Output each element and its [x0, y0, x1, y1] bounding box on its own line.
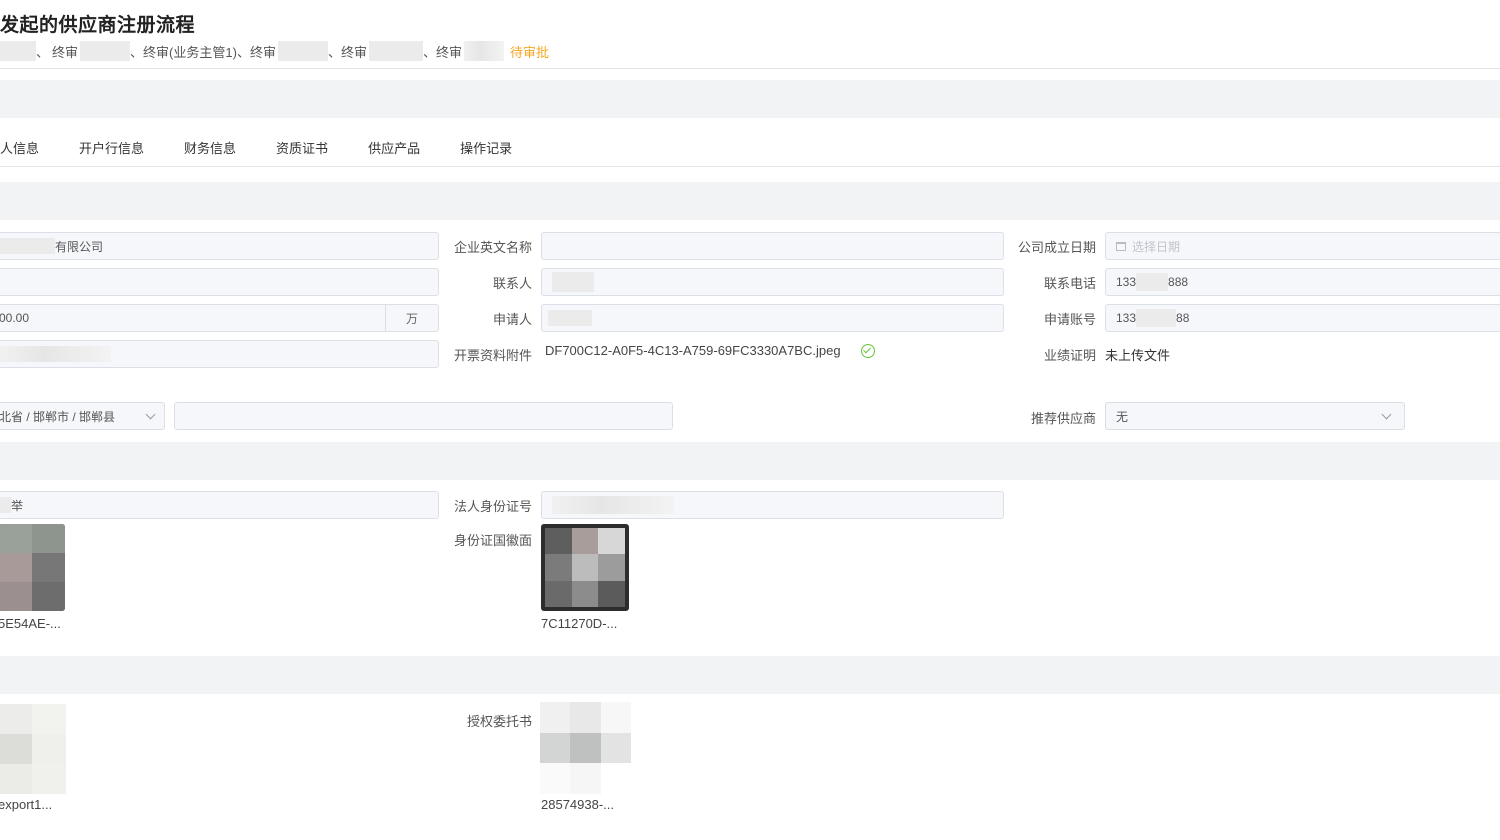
- redacted-text: [0, 497, 11, 513]
- authorization-letter-label: 授权委托书: [466, 714, 532, 729]
- id-number-field[interactable]: [541, 491, 1004, 519]
- recommend-select[interactable]: 无: [1105, 402, 1405, 430]
- capital-unit: 万: [385, 305, 438, 331]
- company-en-field[interactable]: [541, 232, 1004, 260]
- redacted-text: [1136, 273, 1169, 291]
- account-field[interactable]: 133 88: [1105, 304, 1500, 332]
- section-header-band: [0, 182, 1500, 220]
- section-header-band: [0, 80, 1500, 118]
- redacted-name: [464, 41, 505, 61]
- redacted-text: [0, 346, 111, 362]
- section-header-band: [0, 656, 1500, 694]
- separator: 、: [130, 44, 144, 60]
- invoice-attachment: DF700C12-A0F5-4C13-A759-69FC3330A7BC.jpe…: [545, 343, 875, 358]
- approver-label: 终审(业务主管1): [143, 44, 237, 60]
- separator: 、: [236, 44, 250, 60]
- registered-capital-field[interactable]: 00.00 万: [0, 304, 439, 332]
- id-emblem-thumbnail[interactable]: [541, 524, 629, 611]
- approver-label: 终审: [340, 44, 367, 60]
- section-header-band: [0, 442, 1500, 480]
- tab-certificates[interactable]: 资质证书: [276, 138, 328, 157]
- success-check-icon: [860, 343, 875, 358]
- performance-label: 业绩证明: [1043, 348, 1096, 363]
- applicant-field[interactable]: [541, 304, 1004, 332]
- separator: 、: [36, 44, 50, 60]
- id-number-label: 法人身份证号: [453, 499, 532, 514]
- date-placeholder: 选择日期: [1132, 239, 1181, 254]
- tab-finance-info[interactable]: 财务信息: [184, 138, 236, 157]
- status-badge: 待审批: [510, 44, 550, 60]
- invoice-file-link[interactable]: DF700C12-A0F5-4C13-A759-69FC3330A7BC.jpe…: [545, 343, 841, 358]
- phone-label: 联系电话: [1043, 276, 1096, 291]
- chevron-down-icon: [145, 409, 156, 419]
- redacted-text: [552, 272, 594, 292]
- account-prefix: 133: [1116, 311, 1137, 325]
- divider: [0, 68, 1500, 69]
- export-thumbnail[interactable]: [0, 704, 66, 794]
- tab-operation-log[interactable]: 操作记录: [460, 138, 512, 157]
- legal-person-field[interactable]: 举: [0, 491, 439, 519]
- approver-label: 终审: [52, 44, 79, 60]
- approver-label: 终审: [249, 44, 276, 60]
- region-select[interactable]: 北省 / 邯郸市 / 邯郸县: [0, 402, 165, 430]
- capital-value: 00.00: [0, 311, 30, 325]
- tab-bar: 人信息 开户行信息 财务信息 资质证书 供应产品 操作记录: [0, 128, 552, 166]
- separator: 、: [327, 44, 341, 60]
- separator: 、: [423, 44, 437, 60]
- applicant-label: 申请人: [492, 312, 532, 327]
- id-emblem-caption: 7C11270D-...: [541, 616, 618, 631]
- phone-suffix: 888: [1168, 275, 1189, 289]
- phone-prefix: 133: [1116, 275, 1137, 289]
- redacted-name: [277, 41, 328, 61]
- detail-address-field[interactable]: [174, 402, 673, 430]
- redacted-text: [0, 238, 55, 254]
- account-suffix: 88: [1176, 311, 1190, 325]
- redacted-name: [0, 41, 36, 61]
- authorization-caption: 28574938-...: [541, 797, 615, 812]
- redacted-name: [80, 41, 131, 61]
- founded-date-picker[interactable]: 选择日期: [1105, 232, 1500, 260]
- tab-bank-info[interactable]: 开户行信息: [79, 138, 144, 157]
- address-field[interactable]: [0, 268, 439, 296]
- company-en-label: 企业英文名称: [453, 240, 532, 255]
- calendar-icon: [1116, 241, 1126, 251]
- tab-divider: [0, 166, 1500, 167]
- redacted-text: [548, 310, 592, 326]
- phone-field[interactable]: 133 888: [1105, 268, 1500, 296]
- page-title: 发起的供应商注册流程: [0, 15, 196, 36]
- tab-products[interactable]: 供应产品: [368, 138, 420, 157]
- contact-field[interactable]: [541, 268, 1004, 296]
- approver-chain: 、 终审 、 终审(业务主管1) 、 终审 、 终审 、 终审 待审批: [0, 40, 549, 62]
- founded-date-label: 公司成立日期: [1017, 240, 1096, 255]
- id-emblem-label: 身份证国徽面: [453, 533, 532, 548]
- tax-number-field[interactable]: [0, 340, 439, 368]
- authorization-thumbnail[interactable]: [540, 702, 631, 794]
- approver-label: 终审: [436, 44, 463, 60]
- account-label: 申请账号: [1043, 312, 1096, 327]
- redacted-text: [1136, 309, 1177, 327]
- id-front-caption: 5E54AE-...: [0, 616, 61, 631]
- recommend-label: 推荐供应商: [1030, 411, 1096, 426]
- recommend-value: 无: [1116, 409, 1129, 424]
- tab-personal-info[interactable]: 人信息: [0, 138, 39, 157]
- legal-name-suffix: 举: [11, 498, 24, 513]
- performance-value: 未上传文件: [1105, 348, 1171, 363]
- id-front-thumbnail[interactable]: [0, 524, 65, 611]
- invoice-attachment-label: 开票资料附件: [453, 348, 532, 363]
- redacted-name: [369, 41, 423, 61]
- redacted-text: [552, 496, 674, 514]
- export-caption: export1...: [0, 797, 53, 812]
- contact-label: 联系人: [492, 276, 532, 291]
- region-value: 北省 / 邯郸市 / 邯郸县: [0, 409, 116, 424]
- company-name-field[interactable]: 有限公司: [0, 232, 439, 260]
- company-name-suffix: 有限公司: [55, 239, 104, 254]
- chevron-down-icon: [1381, 409, 1392, 419]
